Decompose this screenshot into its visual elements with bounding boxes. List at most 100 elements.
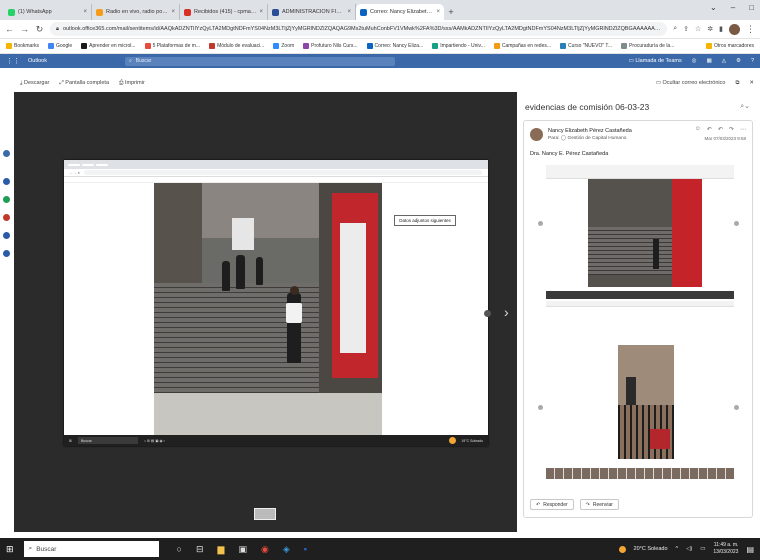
- profile-avatar[interactable]: [729, 23, 740, 35]
- url-input[interactable]: 🔒︎ outlook.office365.com/mail/sentitems/…: [50, 22, 668, 36]
- browser-tab[interactable]: ADMINISTRACION FINANCIERA×: [268, 4, 356, 20]
- mail-search-input[interactable]: ⌕ Buscar: [124, 56, 395, 66]
- popout-icon[interactable]: ⧉: [735, 80, 739, 87]
- reload-icon[interactable]: ↻: [35, 24, 44, 35]
- bookmark-item[interactable]: Procuraduría de la...: [621, 43, 674, 49]
- forward-button[interactable]: ↷ Reenviar: [579, 499, 619, 510]
- help-icon[interactable]: ?: [751, 58, 754, 64]
- back-icon[interactable]: ←: [5, 24, 14, 34]
- emoji-icon[interactable]: ☺: [695, 126, 701, 133]
- menu-icon[interactable]: ⋮: [746, 24, 755, 35]
- bookmark-item[interactable]: Campañas en redes...: [493, 43, 551, 49]
- bookmark-item[interactable]: Impartiendo - Univ...: [432, 43, 485, 49]
- fullscreen-button[interactable]: ⤢ Pantalla completa: [59, 80, 109, 87]
- zoom-icon[interactable]: ⌕: [673, 25, 677, 33]
- bookmark-item[interactable]: Curso "NUEVO" T...: [560, 43, 612, 49]
- extensions-icon[interactable]: ✲: [707, 25, 713, 33]
- todo-icon[interactable]: [3, 214, 10, 221]
- weather-text[interactable]: 20°C Soleado: [634, 546, 668, 552]
- people-icon[interactable]: [3, 196, 10, 203]
- close-tab-icon[interactable]: ×: [436, 9, 440, 15]
- bookmark-favicon-icon: [6, 43, 12, 49]
- bookmark-item[interactable]: Módulo de evaluaci...: [209, 43, 264, 49]
- close-tab-icon[interactable]: ×: [259, 9, 263, 15]
- outlook-app-name[interactable]: Outlook: [28, 58, 47, 64]
- task-view-icon[interactable]: ⊟: [196, 544, 204, 555]
- shot-taskbar: ⊞ Buscar ○ ⊞ ▤ ▣ ◉ ▪ 19°C Soleado: [64, 435, 488, 446]
- store-icon[interactable]: ▣: [238, 544, 247, 555]
- chevron-down-icon[interactable]: ⌄: [710, 3, 717, 12]
- bookmark-item[interactable]: Google: [48, 43, 72, 49]
- more-icon[interactable]: ⋯: [740, 126, 746, 133]
- mail-icon[interactable]: [3, 150, 10, 157]
- other-bookmarks[interactable]: Otros marcadores: [705, 43, 754, 49]
- new-tab-button[interactable]: +: [444, 4, 458, 20]
- sent-date: Mar 07/03/2023 9:58: [704, 136, 746, 141]
- search-icon: ⌕: [128, 58, 132, 64]
- bookmark-item[interactable]: 5 Plataformas de m...: [144, 43, 200, 49]
- close-icon[interactable]: ✕: [749, 80, 754, 86]
- tab-title: Radio en vivo, radio por inter: [106, 9, 168, 15]
- bookmark-item[interactable]: Zoom: [273, 43, 294, 49]
- close-tab-icon[interactable]: ×: [83, 9, 87, 15]
- calendar-rail-icon[interactable]: [3, 178, 10, 185]
- sender-name[interactable]: Nancy Elizabeth Pérez Castañeda: [548, 128, 632, 134]
- file-explorer-icon[interactable]: ▆: [218, 544, 225, 555]
- teams-call-button[interactable]: ▭ Llamada de Teams: [629, 58, 682, 64]
- chevron-right-icon[interactable]: ›: [504, 304, 509, 320]
- sidebar-icon[interactable]: ▮: [719, 25, 723, 33]
- zoom-icon[interactable]: ⌕⌄: [740, 102, 750, 111]
- tray-chevron-icon[interactable]: ^: [676, 546, 679, 552]
- calendar-icon[interactable]: ▦: [707, 58, 712, 64]
- browser-tab[interactable]: Radio en vivo, radio por inter×: [92, 4, 180, 20]
- outlook-taskbar-icon[interactable]: ▪: [304, 544, 307, 554]
- forward-icon[interactable]: →: [20, 24, 29, 34]
- app-launcher-icon[interactable]: ⋮⋮: [6, 57, 20, 65]
- browser-tab[interactable]: Recibidos (415) - cpmancyel@g×: [180, 4, 268, 20]
- share-icon[interactable]: ⇪: [683, 25, 689, 33]
- reply-all-icon[interactable]: ↶: [718, 126, 723, 133]
- settings-icon[interactable]: ⚙: [736, 58, 741, 64]
- shot-address-bar: ← → ↻: [64, 169, 488, 177]
- hide-mail-button[interactable]: ▭ Ocultar correo electrónico: [656, 80, 726, 86]
- taskbar-search-input[interactable]: ⌕ Buscar: [23, 541, 159, 557]
- forward-icon[interactable]: ↷: [729, 126, 734, 133]
- message-actions: ☺ ↶ ↶ ↷ ⋯: [695, 126, 746, 133]
- print-button[interactable]: ⎙ Imprimir: [119, 80, 145, 87]
- maximize-icon[interactable]: □: [749, 3, 754, 12]
- minimize-icon[interactable]: –: [731, 3, 735, 12]
- close-tab-icon[interactable]: ×: [171, 9, 175, 15]
- attachment-thumbnail[interactable]: [254, 508, 276, 520]
- search-placeholder: Buscar: [135, 58, 152, 64]
- bookmark-item[interactable]: Bookmarks: [6, 43, 39, 49]
- reply-icon[interactable]: ↶: [707, 126, 712, 133]
- cortana-icon[interactable]: ○: [177, 544, 182, 554]
- bookmark-item[interactable]: Profuturo Nils Curs...: [303, 43, 358, 49]
- onedrive-icon[interactable]: [3, 250, 10, 257]
- clock[interactable]: 11:49 a. m. 13/03/2023: [713, 542, 738, 556]
- window-controls: ⌄ – □: [710, 3, 754, 12]
- browser-tab[interactable]: (1) WhatsApp ×: [4, 4, 92, 20]
- close-tab-icon[interactable]: ×: [347, 9, 351, 15]
- windows-start-icon[interactable]: ⊞: [6, 544, 14, 555]
- word-icon[interactable]: [3, 232, 10, 239]
- star-icon[interactable]: ☆: [695, 25, 701, 33]
- tab-title: Correo: Nancy Elizabeth Pérez Ca: [370, 9, 433, 15]
- photo-person: [222, 261, 230, 291]
- notifications-icon[interactable]: ▤: [746, 545, 754, 554]
- browser-tab[interactable]: Correo: Nancy Elizabeth Pérez Ca×: [356, 4, 444, 20]
- bookmark-item[interactable]: Aprender en microl...: [81, 43, 136, 49]
- bookmark-item[interactable]: Correo: Nancy Eliza...: [366, 43, 423, 49]
- scroll-handle[interactable]: [484, 310, 491, 317]
- tab-list: (1) WhatsApp×Radio en vivo, radio por in…: [4, 0, 444, 20]
- volume-icon[interactable]: ◁): [686, 546, 692, 552]
- network-icon[interactable]: ▭: [700, 546, 705, 552]
- app-icon[interactable]: ◈: [283, 544, 290, 555]
- staircase-photo: [154, 183, 382, 435]
- skype-icon[interactable]: ◎: [692, 58, 697, 64]
- bookmark-favicon-icon: [303, 43, 310, 49]
- reply-button[interactable]: ↶ Responder: [530, 499, 574, 510]
- download-button[interactable]: ⤓ Descargar: [20, 80, 49, 87]
- bell-icon[interactable]: ◬: [722, 58, 726, 64]
- chrome-icon[interactable]: ◉: [261, 544, 269, 555]
